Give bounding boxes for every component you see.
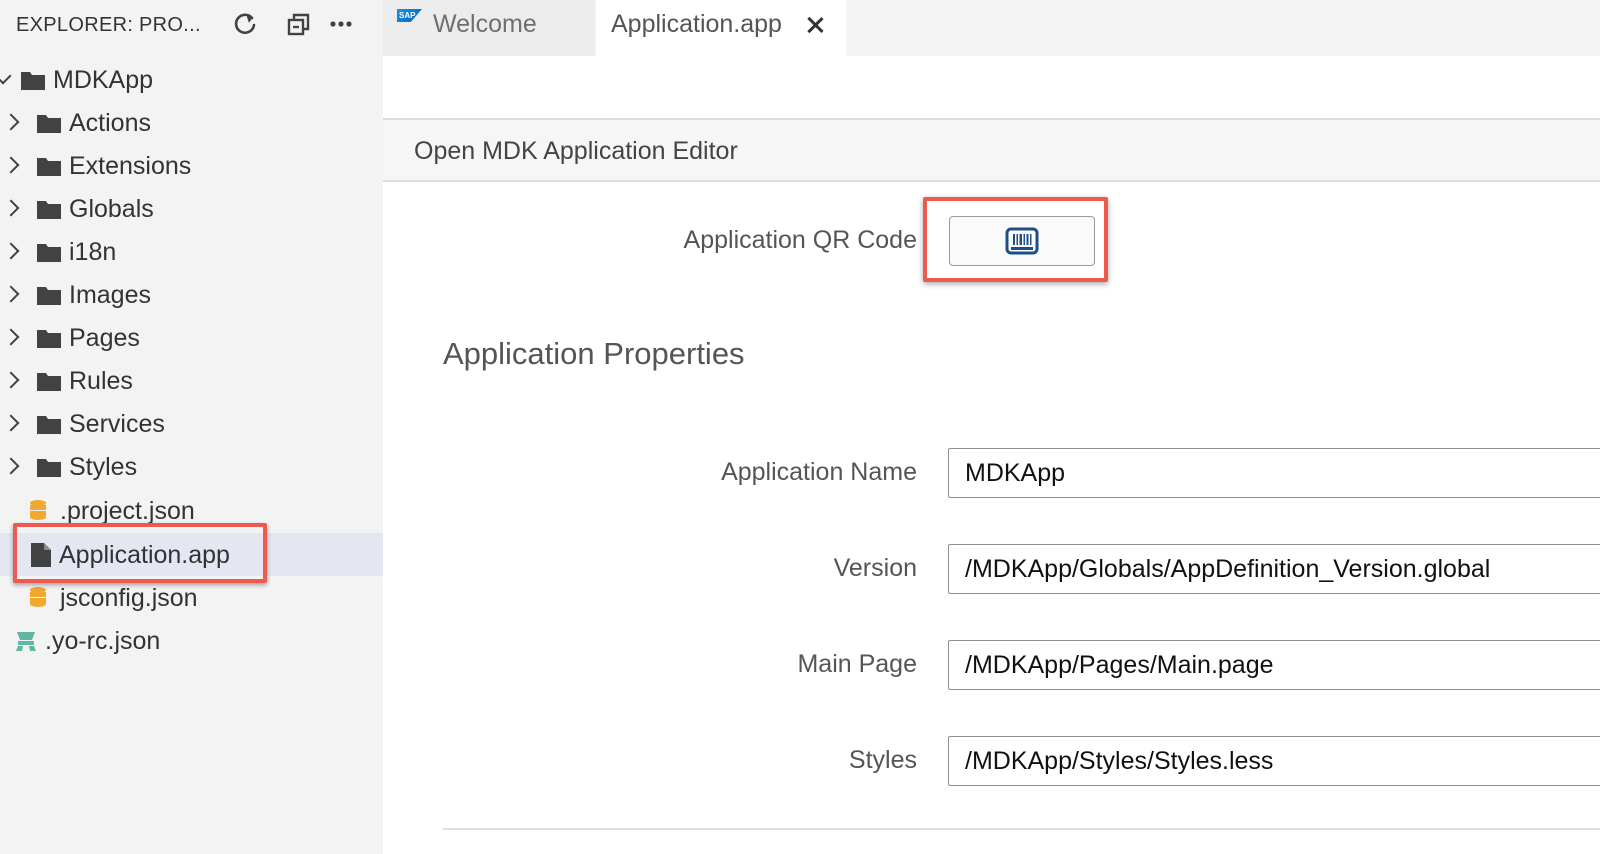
tree-label: Styles xyxy=(69,453,138,481)
tree-label: .yo-rc.json xyxy=(45,627,161,655)
tree-folder-styles[interactable]: Styles xyxy=(0,445,383,488)
editor-heading: Open MDK Application Editor xyxy=(414,137,738,165)
json-icon xyxy=(29,499,47,526)
tree-folder-actions[interactable]: Actions xyxy=(0,101,383,144)
tree-label: .project.json xyxy=(60,497,195,525)
json-icon xyxy=(29,586,47,613)
tree-label: jsconfig.json xyxy=(60,584,198,612)
tree-label: Images xyxy=(69,281,151,309)
styles-label: Styles xyxy=(848,746,917,774)
barcode-icon xyxy=(1005,227,1039,255)
tree-label: Extensions xyxy=(69,152,192,180)
explorer-title: EXPLORER: PRO... xyxy=(16,14,201,36)
tree-file-yo-rc-json[interactable]: .yo-rc.json xyxy=(0,619,383,662)
chevron-right-icon xyxy=(2,328,20,346)
tree-label: Globals xyxy=(69,195,154,223)
chevron-right-icon xyxy=(2,457,20,475)
tree-label: MDKApp xyxy=(53,66,154,94)
tree-file-jsconfig-json[interactable]: jsconfig.json xyxy=(0,576,383,619)
qr-code-label: Application QR Code xyxy=(683,226,917,254)
folder-icon xyxy=(36,241,62,268)
tab-welcome[interactable]: SAP Welcome xyxy=(383,0,595,56)
folder-icon xyxy=(36,413,62,440)
application-name-label: Application Name xyxy=(721,458,917,486)
tree-label: Pages xyxy=(69,324,140,352)
tree-root-mdkapp[interactable]: MDKApp xyxy=(0,58,383,101)
tree-folder-i18n[interactable]: i18n xyxy=(0,230,383,273)
main-page-label: Main Page xyxy=(797,650,917,678)
tree-folder-globals[interactable]: Globals xyxy=(0,187,383,230)
qr-code-button[interactable] xyxy=(949,216,1095,266)
folder-icon xyxy=(36,456,62,483)
application-editor: Open MDK Application Editor Application … xyxy=(383,56,1600,854)
collapse-all-icon[interactable] xyxy=(282,8,316,40)
folder-icon xyxy=(20,69,46,96)
tab-label: Application.app xyxy=(611,10,782,38)
version-field[interactable] xyxy=(948,544,1600,594)
chevron-right-icon xyxy=(2,371,20,389)
close-icon[interactable] xyxy=(804,14,826,36)
folder-icon xyxy=(36,198,62,225)
folder-icon xyxy=(36,327,62,354)
chevron-right-icon xyxy=(2,242,20,260)
tree-folder-rules[interactable]: Rules xyxy=(0,359,383,402)
refresh-icon[interactable] xyxy=(228,8,262,40)
tree-folder-pages[interactable]: Pages xyxy=(0,316,383,359)
tree-folder-images[interactable]: Images xyxy=(0,273,383,316)
tree-label: i18n xyxy=(69,238,117,266)
divider xyxy=(443,828,1600,830)
main-page-field[interactable] xyxy=(948,640,1600,690)
tree-file-project-json[interactable]: .project.json xyxy=(0,489,383,532)
tab-application-app[interactable]: Application.app xyxy=(596,0,846,56)
editor-tab-bar: SAP Welcome Application.app xyxy=(383,0,1600,56)
section-title: Application Properties xyxy=(443,336,745,371)
version-label: Version xyxy=(833,554,917,582)
tree-label: Rules xyxy=(69,367,133,395)
chevron-right-icon xyxy=(2,199,20,217)
tree-folder-services[interactable]: Services xyxy=(0,402,383,445)
styles-field[interactable] xyxy=(948,736,1600,786)
application-name-field[interactable] xyxy=(948,448,1600,498)
explorer-sidebar: EXPLORER: PRO... MDKApp Actions Extensio… xyxy=(0,0,383,854)
editor-heading-bar: Open MDK Application Editor xyxy=(383,118,1600,182)
sap-logo-icon: SAP xyxy=(397,9,422,22)
tree-folder-extensions[interactable]: Extensions xyxy=(0,144,383,187)
chevron-right-icon xyxy=(2,414,20,432)
chevron-down-icon xyxy=(0,67,12,85)
chevron-right-icon xyxy=(2,156,20,174)
folder-icon xyxy=(36,284,62,311)
chevron-right-icon xyxy=(2,113,20,131)
folder-icon xyxy=(36,370,62,397)
tree-label: Services xyxy=(69,410,165,438)
yeoman-icon xyxy=(14,630,38,657)
folder-icon xyxy=(36,112,62,139)
file-icon xyxy=(30,542,52,573)
more-icon[interactable] xyxy=(324,8,358,40)
folder-icon xyxy=(36,155,62,182)
tab-label: Welcome xyxy=(433,10,537,38)
tree-label: Application.app xyxy=(59,541,230,569)
tree-file-application-app[interactable]: Application.app xyxy=(0,533,383,576)
chevron-right-icon xyxy=(2,285,20,303)
tree-label: Actions xyxy=(69,109,151,137)
explorer-header: EXPLORER: PRO... xyxy=(0,0,383,48)
